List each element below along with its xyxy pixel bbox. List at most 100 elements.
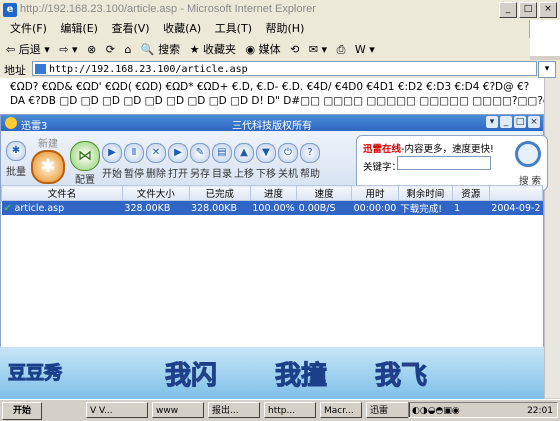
- history-icon[interactable]: ⟲: [290, 38, 299, 60]
- home-icon[interactable]: ⌂: [124, 38, 131, 60]
- print-icon[interactable]: ⎙: [337, 39, 346, 61]
- xunlei-title-bar: 迅雷3 三代科技版权所有 ▾ _ □ ×: [1, 115, 543, 132]
- close-button[interactable]: ×: [539, 2, 557, 18]
- window-title: http://192.168.23.100/article.asp - Micr…: [20, 3, 316, 15]
- taskbar-item-1[interactable]: V V...: [86, 402, 148, 418]
- col-completed[interactable]: 已完成: [188, 185, 251, 201]
- xunlei-maximize-button[interactable]: □: [514, 116, 526, 128]
- address-label: 地址: [4, 64, 26, 77]
- help-button[interactable]: ? 帮助: [299, 143, 321, 180]
- search-slogan: -内容更多，速度更快!: [401, 144, 494, 155]
- col-progress[interactable]: 进度: [249, 185, 298, 201]
- play-icon: ▶: [102, 143, 122, 163]
- open-label: 打开: [168, 169, 188, 180]
- maximize-button[interactable]: □: [519, 2, 537, 18]
- delete-button[interactable]: ✕ 删除: [145, 143, 167, 180]
- move-down-label: 下移: [256, 169, 276, 180]
- search-panel: 迅雷在线-内容更多，速度更快! 关键字： 搜 索: [356, 135, 548, 191]
- xunlei-close-button[interactable]: ×: [528, 116, 540, 128]
- col-elapsed[interactable]: 用时: [351, 185, 399, 201]
- move-up-button[interactable]: ▲ 上移: [233, 143, 255, 180]
- refresh-icon[interactable]: ⟳: [106, 38, 115, 60]
- menu-edit[interactable]: 编辑(E): [60, 20, 98, 38]
- taskbar: 开始 V V... www 报出... http... Macr... 迅雷 ◐…: [0, 399, 560, 421]
- mail-icon[interactable]: ✉ ▾: [309, 38, 327, 60]
- word-icon[interactable]: W ▾: [355, 38, 375, 60]
- power-icon: ⏻: [278, 143, 298, 163]
- xunlei-minimize-button[interactable]: _: [500, 116, 512, 128]
- cell-sources: 1: [452, 200, 490, 215]
- system-tray: ◐◑◒◓▣◉ 22:01: [408, 402, 558, 418]
- col-speed[interactable]: 速度: [296, 185, 353, 201]
- address-dropdown-icon[interactable]: ▾: [538, 61, 556, 78]
- address-input[interactable]: http://192.168.23.100/article.asp: [32, 61, 537, 76]
- menu-favorites[interactable]: 收藏(A): [163, 20, 201, 38]
- menu-file[interactable]: 文件(F): [10, 20, 47, 38]
- media-label: 媒体: [258, 43, 281, 56]
- magnifier-icon[interactable]: [515, 141, 541, 167]
- xunlei-subtitle: 三代科技版权所有: [232, 121, 312, 132]
- vertical-scrollbar[interactable]: [544, 78, 560, 398]
- col-filename[interactable]: 文件名: [1, 185, 123, 201]
- saveas-icon: ✎: [190, 143, 210, 163]
- directory-button[interactable]: ▤ 目录: [211, 143, 233, 180]
- col-remaining[interactable]: 剩余时间: [397, 185, 453, 201]
- config-button[interactable]: ⋈ 配置: [69, 141, 101, 186]
- delete-icon: ✕: [146, 143, 166, 163]
- batch-label: 批量: [6, 167, 26, 178]
- banner-text-3: 我飞: [374, 361, 428, 392]
- ie-toolbar: ⇦ 后退 ▾ ⇨ ▾ ⊗ ⟳ ⌂ 🔍 搜索 ★ 收藏夹 ◉ 媒体 ⟲ ✉ ▾ ⎙…: [0, 38, 530, 61]
- start-menu-button[interactable]: 开始: [2, 402, 42, 420]
- col-date[interactable]: [488, 185, 544, 201]
- garbled-line-2: DA €?DB □D □D □D □D □D □D □D □D □D D! D"…: [10, 95, 544, 107]
- tray-icons[interactable]: ◐◑◒◓▣◉: [412, 403, 460, 419]
- minimize-button[interactable]: _: [499, 2, 517, 18]
- open-button[interactable]: ▶ 打开: [167, 143, 189, 180]
- taskbar-item-6[interactable]: 迅雷: [366, 402, 410, 418]
- start-button[interactable]: ▶ 开始: [101, 143, 123, 180]
- menu-view[interactable]: 查看(V): [111, 20, 149, 38]
- arrow-up-icon: ▲: [234, 143, 254, 163]
- batch-button[interactable]: ✱ 批量: [5, 141, 27, 178]
- taskbar-item-5[interactable]: Macr...: [320, 402, 362, 418]
- xunlei-menu-icon[interactable]: ▾: [486, 116, 498, 128]
- pause-button[interactable]: Ⅱ 暂停: [123, 143, 145, 180]
- table-row[interactable]: ✔ article.asp 328.00KB 328.00KB 100.00% …: [1, 200, 543, 215]
- banner-text-2: 我撞: [274, 361, 328, 392]
- taskbar-item-2[interactable]: www: [152, 402, 204, 418]
- saveas-button[interactable]: ✎ 另存: [189, 143, 211, 180]
- stop-icon[interactable]: ⊗: [87, 38, 96, 60]
- move-down-button[interactable]: ▼ 下移: [255, 143, 277, 180]
- keyword-input[interactable]: [397, 156, 491, 170]
- media-button[interactable]: ◉ 媒体: [245, 38, 280, 60]
- forward-button[interactable]: ⇨ ▾: [59, 38, 77, 60]
- col-sources[interactable]: 资源: [451, 185, 490, 201]
- task-table: 文件名 文件大小 已完成 进度 速度 用时 剩余时间 资源 ✔ article.…: [1, 185, 544, 215]
- filename-text: article.asp: [14, 202, 65, 214]
- pause-label: 暂停: [124, 169, 144, 180]
- back-button[interactable]: ⇦ 后退 ▾: [6, 38, 50, 60]
- favorites-button[interactable]: ★ 收藏夹: [190, 38, 236, 60]
- taskbar-item-4[interactable]: http...: [264, 402, 316, 418]
- folder-icon: ▤: [212, 143, 232, 163]
- new-task-button[interactable]: 新建 ✱: [31, 135, 65, 184]
- keyword-label: 关键字：: [363, 162, 402, 173]
- menu-help[interactable]: 帮助(H): [266, 20, 305, 38]
- task-list-area[interactable]: [1, 210, 543, 355]
- col-filesize[interactable]: 文件大小: [121, 185, 190, 201]
- taskbar-item-3[interactable]: 报出...: [208, 402, 260, 418]
- arrow-down-icon: ▼: [256, 143, 276, 163]
- ad-banner[interactable]: 豆豆秀 我闪 我撞 我飞: [0, 347, 544, 399]
- search-button[interactable]: 🔍 搜索: [141, 38, 180, 60]
- new-task-icon: ✱: [31, 150, 65, 184]
- check-icon: ✔: [3, 202, 12, 214]
- cell-remaining: 下载完成!: [398, 200, 453, 215]
- menu-tools[interactable]: 工具(T): [215, 20, 252, 38]
- shutdown-button[interactable]: ⏻ 关机: [277, 143, 299, 180]
- help-label: 帮助: [300, 169, 320, 180]
- favorites-label: 收藏夹: [202, 43, 236, 56]
- pause-icon: Ⅱ: [124, 143, 144, 163]
- start-label: 开始: [102, 169, 122, 180]
- cell-elapsed: 00:00:00: [351, 200, 399, 215]
- search-header: 迅雷在线-内容更多，速度更快!: [363, 141, 494, 155]
